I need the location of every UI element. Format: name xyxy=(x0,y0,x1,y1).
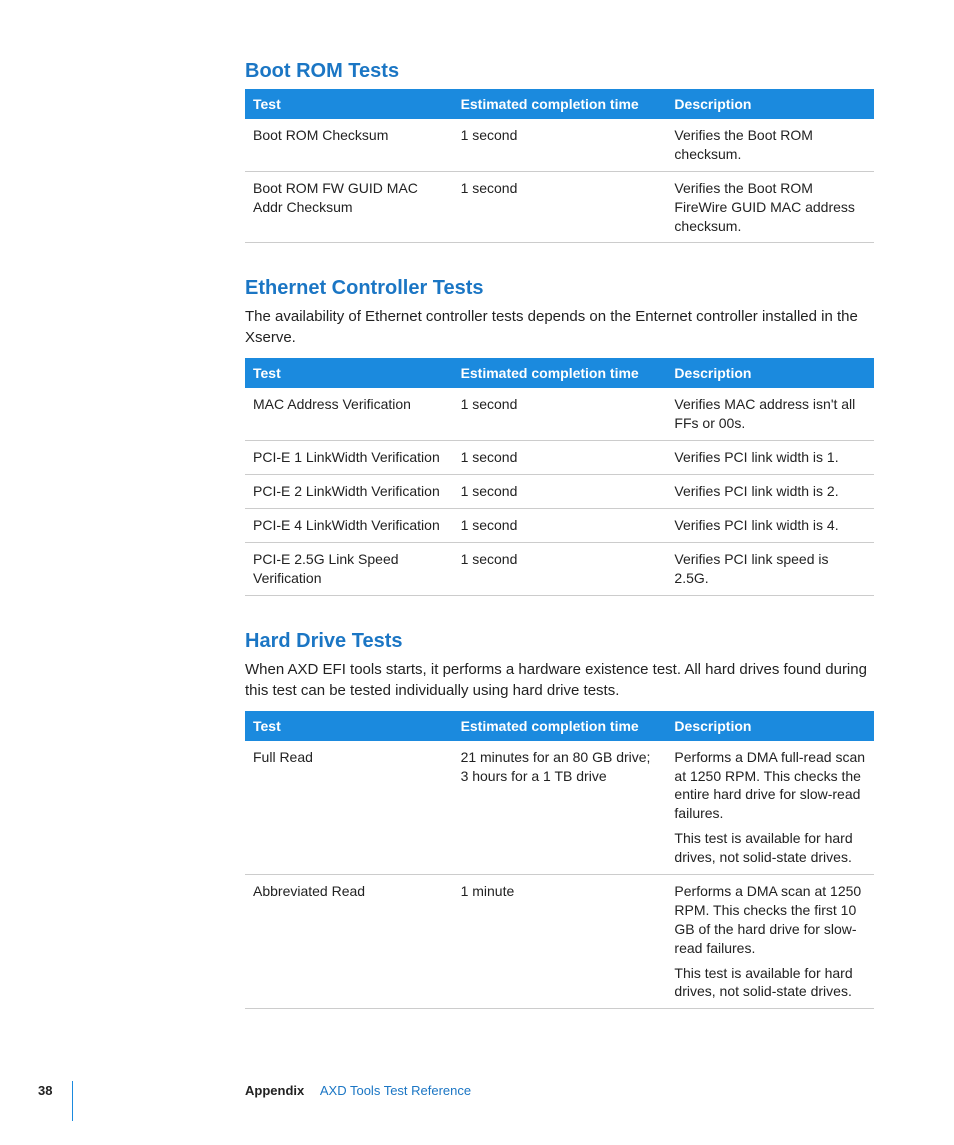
cell-description: Performs a DMA scan at 1250 RPM. This ch… xyxy=(666,875,874,1009)
cell-description: Verifies PCI link width is 2. xyxy=(666,475,874,509)
description-paragraph: Verifies PCI link width is 2. xyxy=(674,482,866,501)
page-footer: 38 Appendix AXD Tools Test Reference xyxy=(0,1083,954,1105)
cell-test: PCI-E 2.5G Link Speed Verification xyxy=(245,542,453,595)
column-header: Test xyxy=(245,358,453,388)
cell-test: Abbreviated Read xyxy=(245,875,453,1009)
column-header: Estimated completion time xyxy=(453,89,667,119)
cell-test: PCI-E 1 LinkWidth Verification xyxy=(245,441,453,475)
cell-description: Verifies the Boot ROM FireWire GUID MAC … xyxy=(666,171,874,243)
tests-table: TestEstimated completion timeDescription… xyxy=(245,358,874,595)
cell-description: Verifies PCI link speed is 2.5G. xyxy=(666,542,874,595)
table-row: Boot ROM FW GUID MAC Addr Checksum1 seco… xyxy=(245,171,874,243)
column-header: Description xyxy=(666,358,874,388)
table-row: Boot ROM Checksum1 secondVerifies the Bo… xyxy=(245,119,874,171)
description-paragraph: Verifies PCI link width is 1. xyxy=(674,448,866,467)
footer-rule xyxy=(72,1081,73,1121)
section-title: Hard Drive Tests xyxy=(245,630,874,653)
cell-time: 1 second xyxy=(453,509,667,543)
column-header: Estimated completion time xyxy=(453,711,667,741)
cell-test: Boot ROM Checksum xyxy=(245,119,453,171)
cell-time: 1 minute xyxy=(453,875,667,1009)
footer-text: Appendix AXD Tools Test Reference xyxy=(245,1083,471,1098)
description-paragraph: This test is available for hard drives, … xyxy=(674,964,866,1002)
column-header: Description xyxy=(666,711,874,741)
section-title: Ethernet Controller Tests xyxy=(245,277,874,300)
section-intro: When AXD EFI tools starts, it performs a… xyxy=(245,659,874,701)
cell-time: 1 second xyxy=(453,171,667,243)
cell-description: Verifies PCI link width is 4. xyxy=(666,509,874,543)
table-row: Full Read21 minutes for an 80 GB drive; … xyxy=(245,741,874,875)
footer-page-number: 38 xyxy=(38,1083,52,1098)
cell-time: 1 second xyxy=(453,475,667,509)
cell-time: 1 second xyxy=(453,542,667,595)
page-content: Boot ROM TestsTestEstimated completion t… xyxy=(0,0,954,1009)
description-paragraph: Verifies the Boot ROM checksum. xyxy=(674,126,866,164)
section-title: Boot ROM Tests xyxy=(245,60,874,83)
cell-test: PCI-E 4 LinkWidth Verification xyxy=(245,509,453,543)
footer-reference: AXD Tools Test Reference xyxy=(320,1083,471,1098)
column-header: Description xyxy=(666,89,874,119)
section-intro: The availability of Ethernet controller … xyxy=(245,306,874,348)
footer-appendix-label: Appendix xyxy=(245,1083,304,1098)
description-paragraph: Verifies PCI link width is 4. xyxy=(674,516,866,535)
section: Ethernet Controller Tests The availabilit… xyxy=(245,277,874,595)
description-paragraph: Verifies PCI link speed is 2.5G. xyxy=(674,550,866,588)
cell-time: 1 second xyxy=(453,119,667,171)
cell-time: 1 second xyxy=(453,441,667,475)
description-paragraph: This test is available for hard drives, … xyxy=(674,829,866,867)
cell-description: Performs a DMA full-read scan at 1250 RP… xyxy=(666,741,874,875)
section: Boot ROM Tests TestEstimated completion t… xyxy=(245,60,874,243)
table-row: MAC Address Verification1 secondVerifies… xyxy=(245,388,874,440)
description-paragraph: Verifies the Boot ROM FireWire GUID MAC … xyxy=(674,179,866,236)
description-paragraph: Verifies MAC address isn't all FFs or 00… xyxy=(674,395,866,433)
table-row: PCI-E 2.5G Link Speed Verification1 seco… xyxy=(245,542,874,595)
table-row: Abbreviated Read1 minutePerforms a DMA s… xyxy=(245,875,874,1009)
cell-description: Verifies MAC address isn't all FFs or 00… xyxy=(666,388,874,440)
cell-test: PCI-E 2 LinkWidth Verification xyxy=(245,475,453,509)
column-header: Test xyxy=(245,711,453,741)
tests-table: TestEstimated completion timeDescription… xyxy=(245,89,874,243)
cell-description: Verifies the Boot ROM checksum. xyxy=(666,119,874,171)
description-paragraph: Performs a DMA full-read scan at 1250 RP… xyxy=(674,748,866,824)
cell-test: Full Read xyxy=(245,741,453,875)
table-row: PCI-E 4 LinkWidth Verification1 second Ve… xyxy=(245,509,874,543)
cell-test: Boot ROM FW GUID MAC Addr Checksum xyxy=(245,171,453,243)
tests-table: TestEstimated completion timeDescription… xyxy=(245,711,874,1010)
cell-description: Verifies PCI link width is 1. xyxy=(666,441,874,475)
cell-test: MAC Address Verification xyxy=(245,388,453,440)
table-row: PCI-E 2 LinkWidth Verification1 second Ve… xyxy=(245,475,874,509)
description-paragraph: Performs a DMA scan at 1250 RPM. This ch… xyxy=(674,882,866,958)
section: Hard Drive Tests When AXD EFI tools start… xyxy=(245,630,874,1010)
cell-time: 1 second xyxy=(453,388,667,440)
column-header: Estimated completion time xyxy=(453,358,667,388)
column-header: Test xyxy=(245,89,453,119)
cell-time: 21 minutes for an 80 GB drive; 3 hours f… xyxy=(453,741,667,875)
table-row: PCI-E 1 LinkWidth Verification1 second Ve… xyxy=(245,441,874,475)
